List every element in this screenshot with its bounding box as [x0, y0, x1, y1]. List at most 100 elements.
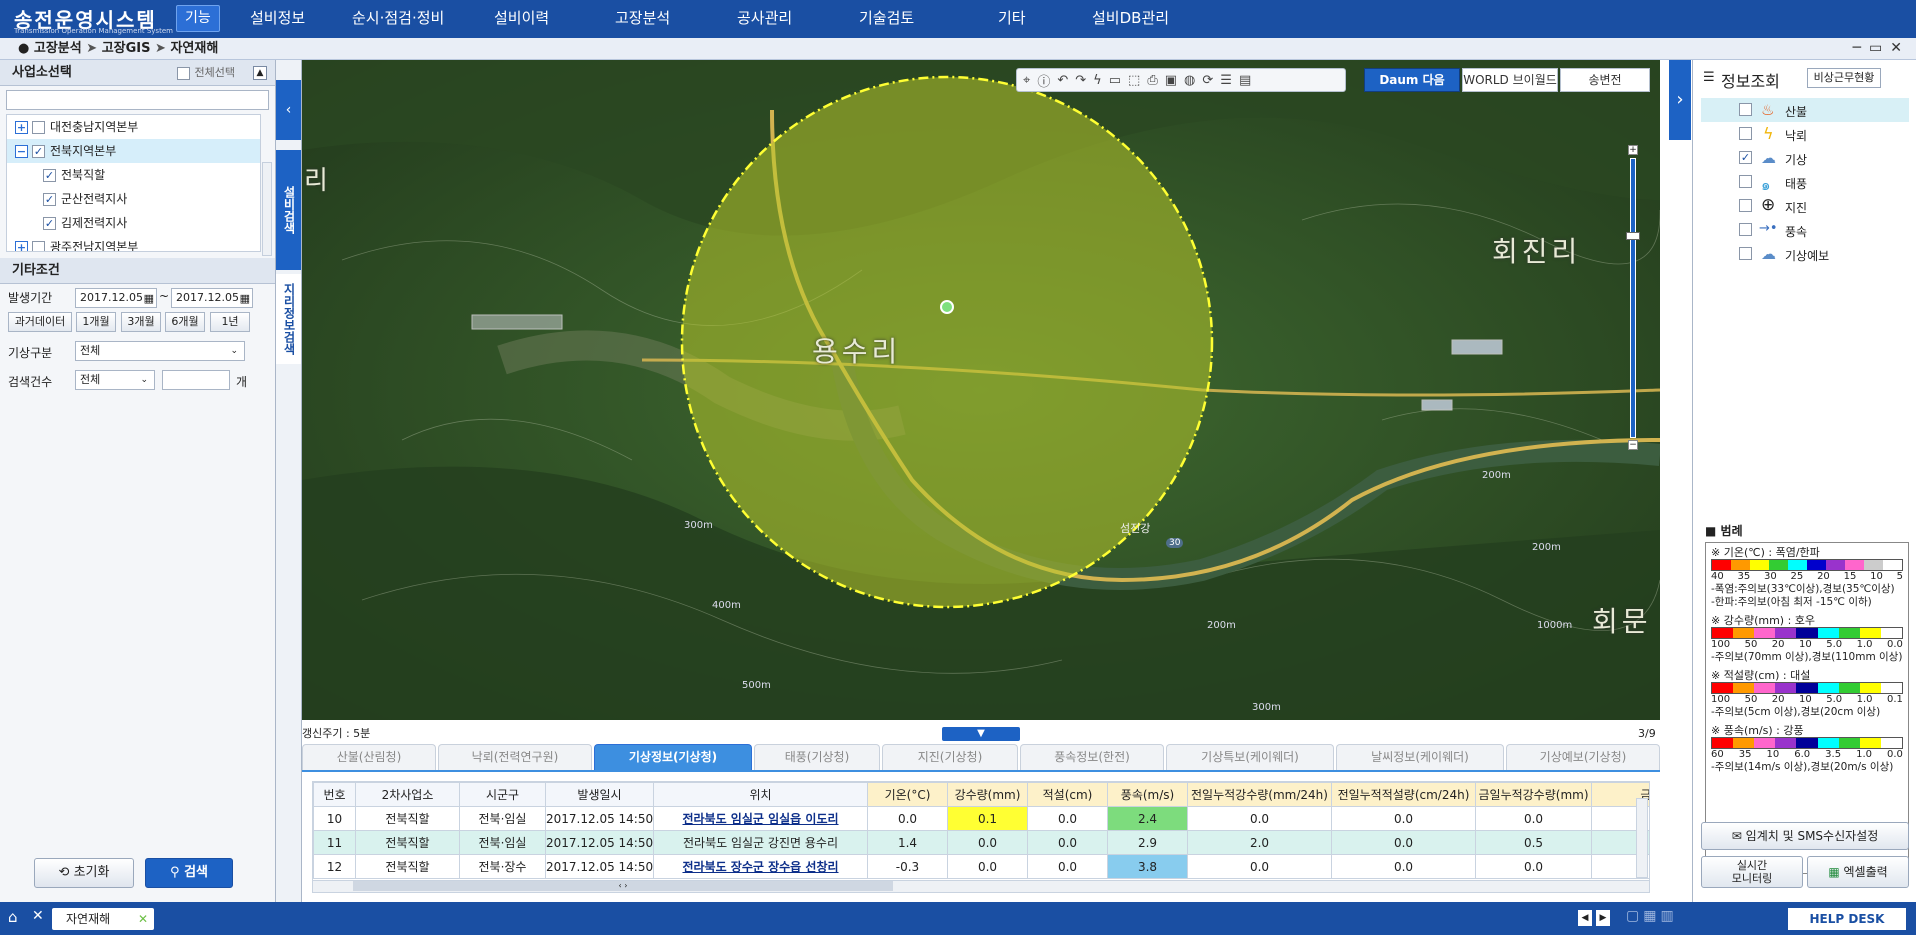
checkbox[interactable]: ✓ — [43, 193, 56, 206]
save-icon[interactable]: ▣ — [1165, 73, 1177, 88]
vworld-map-button[interactable]: WORLD 브이월드 — [1462, 68, 1558, 92]
expand-icon[interactable]: + — [15, 121, 28, 134]
select-area-icon[interactable]: ⬚ — [1128, 73, 1140, 88]
checkbox[interactable]: ✓ — [1739, 151, 1752, 164]
open-tab-natural-disaster[interactable]: 자연재해 ✕ — [52, 908, 154, 930]
one-month-button[interactable]: 1개월 — [76, 312, 116, 332]
excel-export-button[interactable]: ▦ 엑셀출력 — [1807, 856, 1909, 888]
toggle-panel-icon[interactable]: ▼ — [942, 727, 1020, 741]
close-icon[interactable]: ✕ — [1890, 40, 1910, 56]
zoom-handle[interactable] — [1626, 232, 1640, 240]
cell-location-link[interactable]: 전라북도 장수군 장수읍 선창리 — [653, 854, 868, 879]
zoom-out-icon[interactable]: − — [1628, 440, 1638, 450]
menu-item-inspection[interactable]: 순시·점검·정비 — [352, 0, 444, 38]
column-header[interactable]: 적설(cm) — [1027, 782, 1108, 807]
list-icon[interactable]: ☰ — [1220, 73, 1232, 88]
table-row[interactable]: 12 전북직할 전북·장수 2017.12.05 14:50 전라북도 장수군 … — [313, 854, 1649, 879]
checkbox[interactable]: ✓ — [43, 217, 56, 230]
count-input[interactable] — [162, 370, 230, 390]
substation-map-button[interactable]: 송변전 — [1560, 68, 1650, 92]
menu-item-etc[interactable]: 기타 — [998, 0, 1026, 38]
tab-lightning[interactable]: 낙뢰(전력연구원) — [438, 744, 592, 770]
date-to-field[interactable]: 2017.12.05 ▦ — [171, 288, 253, 308]
tab-weather-warning[interactable]: 기상특보(케이웨더) — [1166, 744, 1334, 770]
checkbox[interactable] — [1739, 127, 1752, 140]
weather-type-select[interactable]: 전체 ⌄ — [75, 341, 245, 361]
zoom-slider[interactable] — [1630, 158, 1636, 438]
restore-icon[interactable]: ▭ — [1869, 40, 1890, 56]
calendar-icon[interactable]: ▦ — [144, 290, 154, 308]
office-search-input[interactable] — [6, 90, 269, 110]
tree-item-gwangju[interactable]: + 광주전남지역본부 — [7, 235, 260, 251]
three-month-button[interactable]: 3개월 — [121, 312, 161, 332]
column-header[interactable]: 시군구 — [459, 782, 546, 807]
column-header[interactable]: 번호 — [313, 782, 356, 807]
menu-item-db-management[interactable]: 설비DB관리 — [1092, 0, 1169, 38]
checkbox[interactable]: ✓ — [32, 145, 45, 158]
select-all-checkbox[interactable]: 전체선택 — [176, 60, 235, 86]
tree-scrollbar[interactable] — [262, 162, 272, 256]
column-header[interactable]: 금일누적강수량(mm) — [1475, 782, 1592, 807]
close-all-icon[interactable]: ✕ — [32, 908, 44, 924]
column-header[interactable]: 전일누적적설량(cm/24h) — [1331, 782, 1476, 807]
tree-item-gunsan[interactable]: ✓ 군산전력지사 — [7, 187, 260, 211]
tab-forecast[interactable]: 기상예보(기상청) — [1506, 744, 1660, 770]
breadcrumb-item[interactable]: 고장분석 — [34, 41, 82, 56]
checkbox[interactable] — [32, 121, 45, 134]
cell-location-link[interactable]: 전라북도 임실군 임실읍 이도리 — [653, 806, 868, 831]
tab-typhoon[interactable]: 태풍(기상청) — [754, 744, 880, 770]
prev-tab-icon[interactable]: ◀ — [1578, 910, 1592, 926]
column-header[interactable]: 강수량(mm) — [947, 782, 1028, 807]
layer-row-fire[interactable]: ♨ 산불 — [1701, 98, 1909, 122]
tab-equipment-search[interactable]: 설비검색 — [276, 150, 301, 270]
layer-row-typhoon[interactable]: ๑ 태풍 — [1701, 170, 1909, 194]
print-icon[interactable]: ⎙ — [1147, 73, 1157, 88]
search-button[interactable]: ⚲ 검색 — [145, 858, 233, 888]
zoom-in-icon[interactable]: + — [1628, 145, 1638, 155]
cell-location-link[interactable]: 전라북도 임실군 강진면 용수리 — [653, 830, 868, 855]
checkbox[interactable] — [1739, 199, 1752, 212]
tab-wind-speed[interactable]: 풍속정보(한전) — [1020, 744, 1164, 770]
checkbox[interactable] — [1739, 103, 1752, 116]
menu-item-construction[interactable]: 공사관리 — [737, 0, 792, 38]
table-row[interactable]: 11 전북직할 전북·임실 2017.12.05 14:50 전라북도 임실군 … — [313, 830, 1649, 855]
column-header[interactable]: 위치 — [653, 782, 868, 807]
checkbox[interactable] — [1739, 175, 1752, 188]
count-select[interactable]: 전체 ⌄ — [75, 370, 155, 390]
emergency-status-button[interactable]: 비상근무현황 — [1807, 68, 1881, 88]
tree-item-gimje[interactable]: ✓ 김제전력지사 — [7, 211, 260, 235]
table-v-scrollbar[interactable] — [1636, 798, 1648, 878]
lightning-icon[interactable]: ϟ — [1093, 73, 1102, 88]
tab-geo-search[interactable]: 지리정보검색 — [276, 274, 301, 364]
layer-row-lightning[interactable]: ϟ 낙뢰 — [1701, 122, 1909, 146]
reset-button[interactable]: ⟲ 초기화 — [34, 858, 134, 888]
expand-right-icon[interactable]: › — [1669, 60, 1691, 140]
close-tab-icon[interactable]: ✕ — [138, 908, 148, 930]
gis-map[interactable]: 용수리 회진리 회문 리 섬진강 30 200m 300m 400m 500m … — [302, 60, 1660, 720]
column-header[interactable]: 2차사업소 — [355, 782, 460, 807]
undo-icon[interactable]: ↶ — [1057, 73, 1068, 88]
table-h-scrollbar[interactable]: ‹ › — [313, 880, 1649, 892]
refresh-icon[interactable]: ⟳ — [1202, 73, 1213, 88]
collapse-icon[interactable]: − — [15, 145, 28, 158]
tab-weather-info[interactable]: 기상정보(기상청) — [594, 744, 752, 770]
one-year-button[interactable]: 1년 — [210, 312, 250, 332]
past-data-button[interactable]: 과거데이터 — [8, 312, 72, 332]
home-icon[interactable]: ⌂ — [8, 908, 18, 926]
collapse-left-icon[interactable]: ‹ — [276, 80, 301, 140]
sms-settings-button[interactable]: ✉ 임계치 및 SMS수신자설정 — [1701, 822, 1909, 850]
collapse-icon[interactable]: ▲ — [253, 66, 267, 80]
column-header[interactable]: 풍속(m/s) — [1107, 782, 1188, 807]
column-header[interactable]: 전일누적강수량(mm/24h) — [1187, 782, 1332, 807]
expand-icon[interactable]: + — [15, 241, 28, 251]
menu-item-tech-review[interactable]: 기술검토 — [859, 0, 914, 38]
tab-weather-kweather[interactable]: 날씨정보(케이웨더) — [1336, 744, 1504, 770]
layer-row-wind[interactable]: →• 풍속 — [1701, 218, 1909, 242]
calendar-icon[interactable]: ▦ — [240, 290, 250, 308]
next-tab-icon[interactable]: ▶ — [1596, 910, 1610, 926]
checkbox[interactable] — [1739, 223, 1752, 236]
table-row[interactable]: 10 전북직할 전북·임실 2017.12.05 14:50 전라북도 임실군 … — [313, 806, 1649, 831]
globe-icon[interactable]: ◍ — [1184, 73, 1195, 88]
scroll-thumb[interactable]: ‹ › — [353, 881, 893, 891]
marker-icon[interactable]: ⌖ — [1023, 73, 1030, 88]
